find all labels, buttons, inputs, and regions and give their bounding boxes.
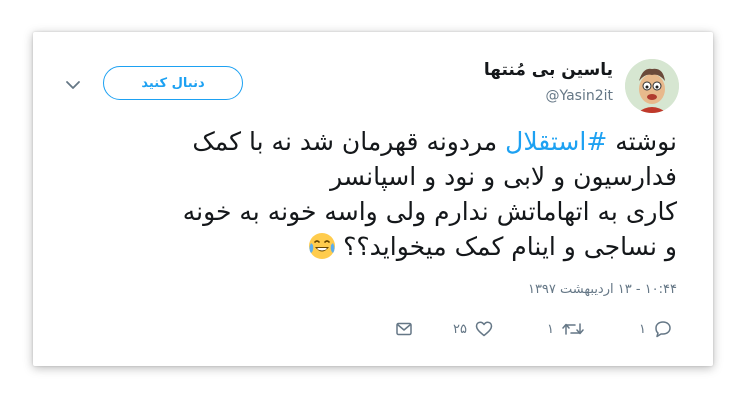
reply-icon [654,320,672,338]
display-name[interactable]: یاسین بی مُنتها [484,60,613,80]
hashtag-link[interactable]: #استقلال [505,127,607,156]
retweet-icon [562,320,584,338]
follow-button[interactable]: دنبال کنید [103,66,243,100]
avatar[interactable] [625,59,679,113]
retweet-button[interactable]: ۱ [547,320,584,338]
like-count: ۲۵ [453,321,467,337]
tweet-text-line: و نساجی و اینام کمک میخواید؟؟ [67,229,677,264]
tweet-text-line: فدارسیون و لابی و نود و اسپانسر [330,162,677,191]
tweet-text-line: نوشته #استقلال مردونه قهرمان شد نه با کم… [192,127,677,156]
retweet-count: ۱ [547,321,554,337]
chevron-down-icon[interactable] [65,76,81,89]
reply-count: ۱ [639,321,646,337]
envelope-icon [395,320,413,338]
tweet-card: یاسین بی مُنتها @Yasin2it دنبال کنید نوش… [33,32,713,366]
face-with-tears-of-joy-icon [307,231,337,261]
tweet-text-line: کاری به اتهاماتش ندارم ولی واسه خونه به … [182,197,677,226]
reply-button[interactable]: ۱ [639,320,672,338]
tweet-text: نوشته #استقلال مردونه قهرمان شد نه با کم… [67,124,677,264]
direct-message-button[interactable] [395,320,413,338]
tweet-timestamp[interactable]: ۱۰:۴۴ - ۱۳ اردیبهشت ۱۳۹۷ [528,282,677,297]
like-button[interactable]: ۲۵ [453,320,493,338]
user-handle[interactable]: @Yasin2it [545,88,613,104]
heart-icon [475,320,493,338]
